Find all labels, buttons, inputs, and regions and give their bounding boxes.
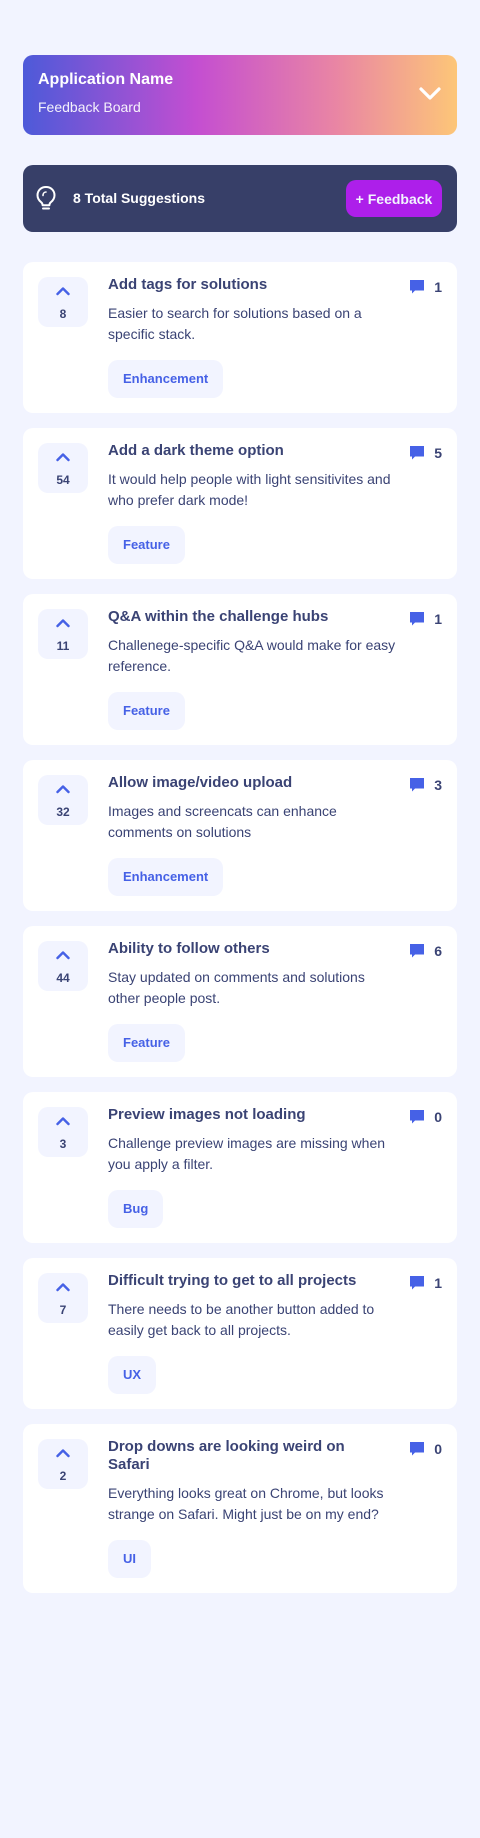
upvote-button[interactable]: 7 — [38, 1273, 88, 1323]
category-tag[interactable]: Feature — [108, 526, 185, 564]
feedback-description: It would help people with light sensitiv… — [108, 471, 391, 508]
comment-count: 0 — [434, 1441, 442, 1457]
suggestions-count: 8 Total Suggestions — [73, 190, 205, 206]
feedback-title[interactable]: Preview images not loading — [108, 1106, 388, 1124]
feedback-description: Challenge preview images are missing whe… — [108, 1135, 386, 1172]
feedback-description: Easier to search for solutions based on … — [108, 305, 362, 342]
feedback-description: Challenege-specific Q&A would make for e… — [108, 637, 396, 674]
category-tag[interactable]: UX — [108, 1356, 157, 1394]
feedback-title[interactable]: Ability to follow others — [108, 940, 388, 958]
category-tag[interactable]: Feature — [108, 1024, 185, 1062]
chevron-up-icon — [56, 1283, 70, 1292]
feedback-title[interactable]: Add a dark theme option — [108, 442, 388, 460]
upvote-count: 7 — [59, 1303, 67, 1317]
comment-count: 5 — [434, 445, 442, 461]
lightbulb-icon — [35, 185, 57, 211]
upvote-button[interactable]: 11 — [38, 609, 88, 659]
feedback-card[interactable]: 44 Ability to follow others Stay updated… — [23, 926, 457, 1077]
add-feedback-button[interactable]: + Feedback — [346, 180, 442, 217]
category-tag[interactable]: Enhancement — [108, 360, 224, 398]
chevron-down-icon[interactable] — [417, 81, 443, 107]
feedback-title[interactable]: Drop downs are looking weird on Safari — [108, 1438, 378, 1474]
header-brand: Application Name Feedback Board — [23, 55, 457, 135]
upvote-count: 11 — [56, 639, 70, 653]
comment-icon — [410, 944, 425, 958]
category-tag[interactable]: UI — [108, 1540, 151, 1578]
chevron-up-icon — [56, 1117, 70, 1126]
comment-icon — [410, 1276, 425, 1290]
upvote-button[interactable]: 54 — [38, 443, 88, 493]
upvote-button[interactable]: 32 — [38, 775, 88, 825]
comments-indicator[interactable]: 6 — [409, 942, 442, 960]
chevron-up-icon — [56, 619, 70, 628]
feedback-board-page: Application Name Feedback Board 8 Total … — [0, 0, 480, 1838]
category-tag[interactable]: Enhancement — [108, 858, 224, 896]
comment-count: 6 — [434, 943, 442, 959]
upvote-count: 32 — [56, 805, 70, 819]
feedback-title[interactable]: Difficult trying to get to all projects — [108, 1272, 388, 1290]
chevron-up-icon — [56, 1449, 70, 1458]
comments-indicator[interactable]: 5 — [409, 444, 442, 462]
comment-icon — [410, 778, 425, 792]
upvote-button[interactable]: 44 — [38, 941, 88, 991]
chevron-up-icon — [56, 453, 70, 462]
comment-icon — [410, 1442, 425, 1456]
upvote-button[interactable]: 3 — [38, 1107, 88, 1157]
feedback-title[interactable]: Allow image/video upload — [108, 774, 388, 792]
board-name: Feedback Board — [38, 99, 141, 115]
comment-count: 1 — [434, 1275, 442, 1291]
feedback-title[interactable]: Add tags for solutions — [108, 276, 388, 294]
feedback-description: There needs to be another button added t… — [108, 1301, 375, 1338]
feedback-description: Images and screencats can enhance commen… — [108, 803, 337, 840]
comments-indicator[interactable]: 1 — [409, 278, 442, 296]
category-tag[interactable]: Feature — [108, 692, 185, 730]
upvote-button[interactable]: 8 — [38, 277, 88, 327]
chevron-up-icon — [56, 785, 70, 794]
feedback-card[interactable]: 54 Add a dark theme option It would help… — [23, 428, 457, 579]
comment-count: 1 — [434, 279, 442, 295]
comment-count: 3 — [434, 777, 442, 793]
comment-icon — [410, 1110, 425, 1124]
feedback-card[interactable]: 8 Add tags for solutions Easier to searc… — [23, 262, 457, 413]
feedback-description: Everything looks great on Chrome, but lo… — [108, 1485, 384, 1522]
comment-count: 1 — [434, 611, 442, 627]
comments-indicator[interactable]: 1 — [409, 610, 442, 628]
feedback-title[interactable]: Q&A within the challenge hubs — [108, 608, 388, 626]
feedback-card[interactable]: 11 Q&A within the challenge hubs Challen… — [23, 594, 457, 745]
upvote-count: 54 — [56, 473, 70, 487]
feedback-card[interactable]: 3 Preview images not loading Challenge p… — [23, 1092, 457, 1243]
feedback-card[interactable]: 7 Difficult trying to get to all project… — [23, 1258, 457, 1409]
comments-indicator[interactable]: 0 — [409, 1440, 442, 1458]
comments-indicator[interactable]: 1 — [409, 1274, 442, 1292]
comments-indicator[interactable]: 0 — [409, 1108, 442, 1126]
app-name: Application Name — [38, 71, 174, 88]
comments-indicator[interactable]: 3 — [409, 776, 442, 794]
upvote-count: 2 — [59, 1469, 67, 1483]
chevron-up-icon — [56, 287, 70, 296]
suggestions-bar: 8 Total Suggestions + Feedback — [23, 165, 457, 232]
upvote-count: 3 — [59, 1137, 67, 1151]
comment-icon — [410, 612, 425, 626]
chevron-up-icon — [56, 951, 70, 960]
feedback-card[interactable]: 2 Drop downs are looking weird on Safari… — [23, 1424, 457, 1593]
upvote-button[interactable]: 2 — [38, 1439, 88, 1489]
feedback-description: Stay updated on comments and solutions o… — [108, 969, 365, 1006]
comment-icon — [410, 280, 425, 294]
upvote-count: 8 — [59, 307, 67, 321]
feedback-card[interactable]: 32 Allow image/video upload Images and s… — [23, 760, 457, 911]
comment-count: 0 — [434, 1109, 442, 1125]
upvote-count: 44 — [56, 971, 70, 985]
comment-icon — [410, 446, 425, 460]
category-tag[interactable]: Bug — [108, 1190, 164, 1228]
